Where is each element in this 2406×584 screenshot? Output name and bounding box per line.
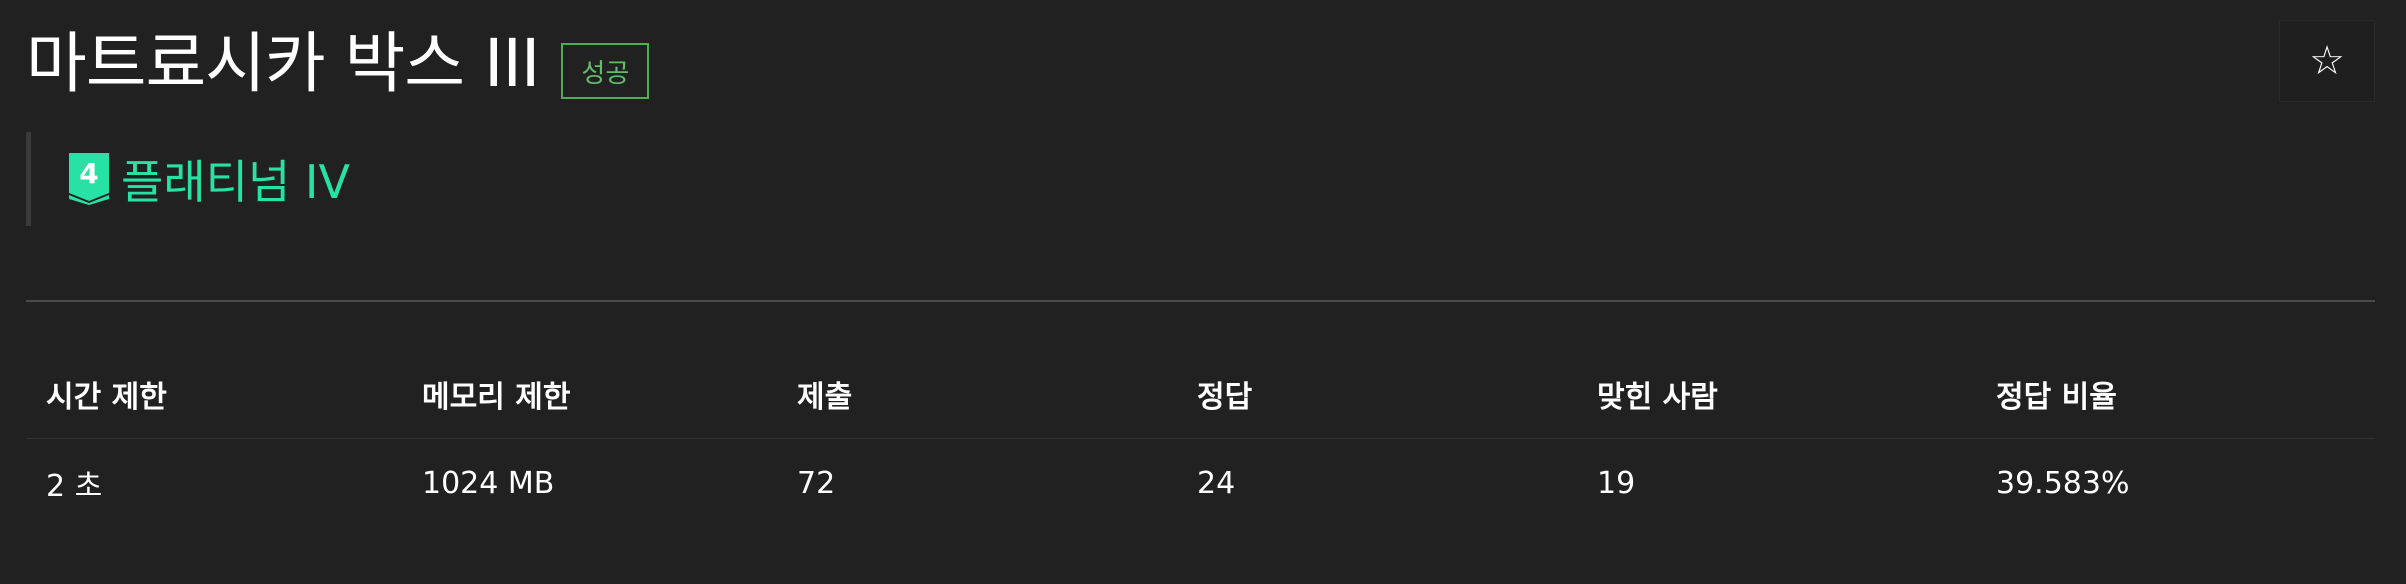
star-button[interactable]: ☆ xyxy=(2279,20,2375,102)
problem-title: 마트료시카 박스 III xyxy=(26,25,540,102)
table-header-row: 시간 제한 메모리 제한 제출 정답 맞힌 사람 정답 비율 xyxy=(26,350,2375,439)
value-solved-users[interactable]: 19 xyxy=(1577,466,1976,501)
table-row: 2 초 1024 MB 72 24 19 39.583% xyxy=(26,439,2375,527)
value-accept-ratio: 39.583% xyxy=(1996,465,2130,501)
title-row: 마트료시카 박스 III 성공 xyxy=(26,22,650,106)
header-solved-users: 맞힌 사람 xyxy=(1597,380,1718,415)
star-icon: ☆ xyxy=(2309,39,2345,83)
tier-level-number: 4 xyxy=(79,157,98,190)
problem-info-table: 시간 제한 메모리 제한 제출 정답 맞힌 사람 정답 비율 2 초 1024 … xyxy=(26,350,2375,527)
value-submissions[interactable]: 72 xyxy=(777,466,1177,501)
header-submissions: 제출 xyxy=(797,380,853,415)
divider xyxy=(26,300,2375,302)
value-time-limit: 2 초 xyxy=(46,469,103,504)
value-memory-limit: 1024 MB xyxy=(422,465,555,501)
header-memory-limit: 메모리 제한 xyxy=(422,380,571,415)
value-accepted[interactable]: 24 xyxy=(1177,466,1577,501)
header-accepted: 정답 xyxy=(1197,380,1253,415)
header-accept-ratio: 정답 비율 xyxy=(1996,380,2117,415)
tier-block: 4 플래티넘 IV xyxy=(26,132,350,226)
header-time-limit: 시간 제한 xyxy=(46,380,167,415)
tier-label[interactable]: 플래티넘 IV xyxy=(121,146,350,212)
result-badge[interactable]: 성공 xyxy=(561,43,650,99)
tier-badge-icon: 4 xyxy=(69,153,109,205)
